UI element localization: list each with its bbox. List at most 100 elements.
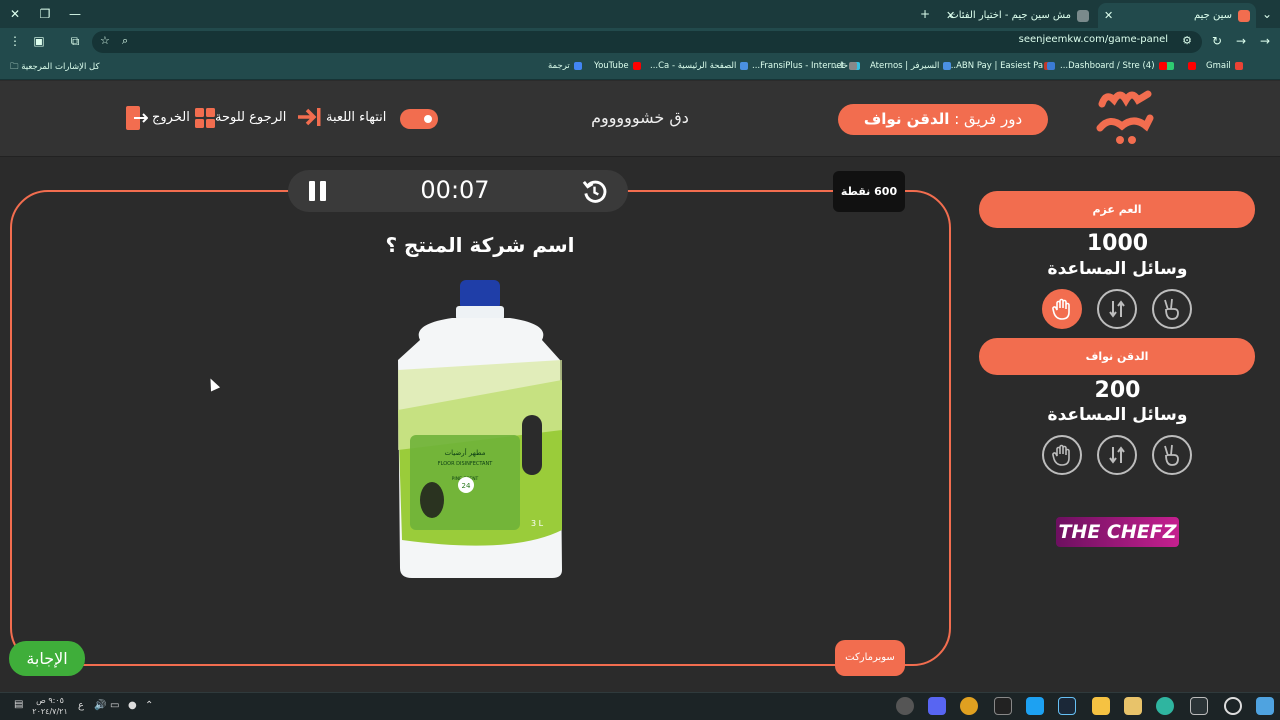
team-1-name: العم عزم [979,191,1255,228]
team-2-victory-hand-icon[interactable] [1152,435,1192,475]
exit-door-icon[interactable] [126,106,149,134]
edge-icon [740,61,749,70]
product-size: 3 L [531,519,544,528]
file-explorer-icon[interactable] [1092,697,1110,715]
reset-timer-icon[interactable] [581,178,608,205]
tab-categories[interactable]: ✕ مش سين جيم - اختيار الفئات [940,3,1095,28]
windows-start-icon[interactable] [1256,697,1274,715]
team-2-name: الدقن نواف [979,338,1255,375]
sponsor-logo: THE CHEFZ [1056,517,1179,547]
team-2-helpers-title: وسائل المساعدة [1047,405,1188,425]
bookmark-translate[interactable]: ترجمة [548,61,582,71]
discord-icon[interactable] [928,697,946,715]
bookmark-youtube-1[interactable] [1184,61,1196,71]
minimize-window-icon[interactable]: — [64,4,86,24]
epic-games-icon[interactable] [994,697,1012,715]
product-image: مطهر أرضيات FLOOR DISINFECTANT PINE SCEN… [398,280,562,578]
back-icon[interactable]: → [1256,34,1274,48]
pause-icon-bar [320,181,326,201]
team-2-hand-stop-icon[interactable] [1042,435,1082,475]
all-bookmarks[interactable]: كل الإشارات المرجعية 🗀 [10,61,100,75]
microphone-icon[interactable]: ● [128,700,137,711]
fransi-icon [848,61,857,70]
zoom-icon[interactable]: ⌕ [122,34,128,48]
category-badge: سوبرماركت [835,640,905,676]
app-icon [1166,61,1174,70]
exit-link[interactable]: الخروج [152,110,190,125]
end-game-toggle[interactable] [400,109,438,129]
clock-time: ٩:٠٥ ص [36,696,64,705]
notification-icon[interactable]: ▤ [14,699,23,710]
windows-taskbar [0,692,1280,720]
close-window-icon[interactable]: ✕ [4,4,26,24]
globe-icon [1077,10,1089,22]
reload-icon[interactable]: ↻ [1208,34,1226,48]
team-1-victory-hand-icon[interactable] [1152,289,1192,329]
profile-icon[interactable]: ▣ [30,34,48,48]
clock-date: ٢٠٢٤/٧/٢١ [32,707,68,716]
back-arrow-icon[interactable] [296,106,322,132]
youtube-icon [632,61,641,70]
team-1-helpers-title: وسائل المساعدة [1047,259,1188,279]
end-game-link[interactable]: انتهاء اللعبة [326,110,386,125]
bookmark-abn[interactable]: ABN Pay | Easiest Pa... [948,61,1056,71]
answer-button[interactable]: الإجابة [9,641,85,676]
steam-icon[interactable] [1058,697,1076,715]
team-2-swap-arrows-icon[interactable] [1097,435,1137,475]
translate-icon [573,61,582,70]
tab-seenjeem[interactable]: ✕ سين جيم [1098,3,1256,28]
chrome-icon[interactable] [960,697,978,715]
shout-text: دق خشوووووم [591,108,689,127]
folder-app-icon[interactable] [1124,697,1142,715]
new-tab-button[interactable]: + [914,4,936,24]
question-text: اسم شركة المنتج ؟ [385,233,575,257]
restore-window-icon[interactable]: ❐ [34,4,56,24]
search-icon[interactable] [1224,697,1242,715]
language-indicator[interactable]: ع [78,700,84,711]
taskbar-clock[interactable]: ٩:٠٥ ص ٢٠٢٤/٧/٢١ [30,695,70,717]
folder-icon: 🗀 [10,62,19,72]
tab-label: سين جيم [1193,10,1232,21]
back-to-board-link[interactable]: الرجوع للوحة [215,110,286,125]
timer-display: 00:07 [420,176,490,204]
team-1-swap-arrows-icon[interactable] [1097,289,1137,329]
bookmark-star-icon[interactable]: ☆ [100,34,110,47]
bookmark-aternos[interactable]: السيرفر | Aternos [870,61,952,71]
youtube-icon [1188,61,1196,70]
app-blue-icon[interactable] [1026,697,1044,715]
gmail-icon [1234,61,1243,70]
team-1-hand-stop-icon[interactable] [1042,289,1082,329]
product-en-label: FLOOR DISINFECTANT [438,461,493,467]
tab-label: مش سين جيم - اختيار الفئات [949,10,1071,21]
bookmark-home[interactable]: الصفحة الرئيسية - Ca... [650,61,749,71]
site-settings-icon[interactable]: ⚙ [1182,34,1192,47]
extensions-icon[interactable]: ⧉ [66,34,84,49]
menu-icon[interactable]: ⋮ [6,34,24,48]
aternos-icon [943,61,952,70]
tab-search-icon[interactable]: ⌄ [1256,4,1278,24]
forward-icon[interactable]: → [1232,34,1250,48]
edge-icon[interactable] [1156,697,1174,715]
seenjeem-favicon-icon [1238,10,1250,22]
team-1-score: 1000 [1086,231,1149,256]
grid-icon[interactable] [195,108,215,132]
close-tab-icon[interactable]: ✕ [1104,3,1113,28]
bookmark-youtube[interactable]: YouTube [594,61,641,71]
abn-icon [1047,61,1056,70]
bookmark-fransiplus[interactable]: FransiPlus - Internet... [752,61,857,71]
product-badge: 24 [462,482,471,490]
youtube-icon [1158,61,1167,70]
seenjeem-logo [1096,90,1154,144]
app-clock-icon[interactable] [896,697,914,715]
bookmark-gmail[interactable]: Gmail [1206,61,1243,71]
turn-indicator: دور فريق : الدقن نواف [838,104,1048,135]
task-view-icon[interactable] [1190,697,1208,715]
product-brand-label: مطهر أرضيات [445,448,486,457]
volume-icon[interactable]: 🔊 [94,700,106,711]
pause-button[interactable] [306,179,330,203]
address-bar[interactable]: ☆ ⌕ seenjeemkw.com/game-panel ⚙ [92,31,1202,53]
network-icon[interactable]: ▭ [110,700,119,711]
points-badge: 600 نقطة [833,171,905,212]
bookmark-dashboard[interactable]: (4) Dashboard / Stre... [1060,61,1167,71]
tray-expand-icon[interactable]: ⌃ [145,700,153,711]
